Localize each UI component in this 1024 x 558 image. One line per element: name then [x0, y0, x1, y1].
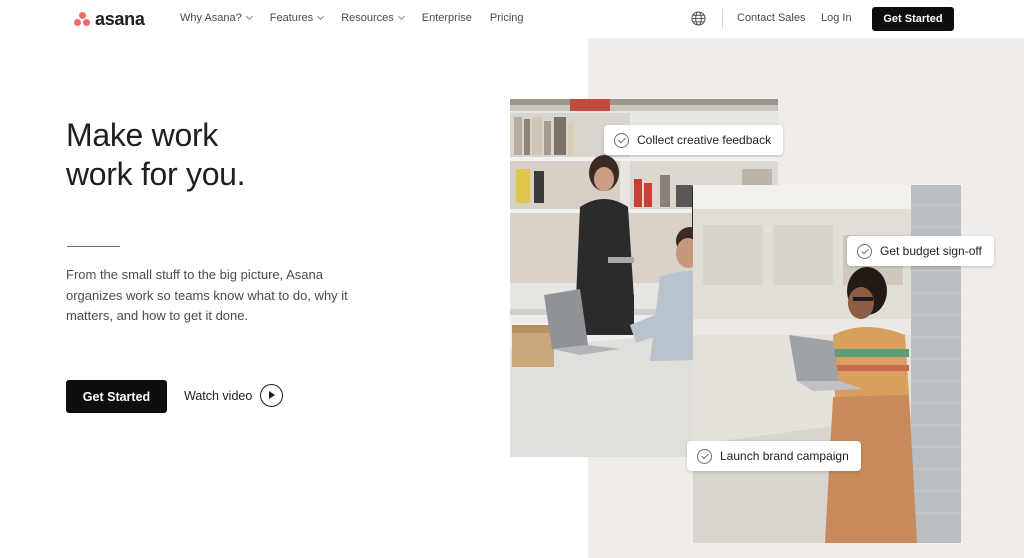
logo-text: asana	[95, 9, 145, 29]
watch-video-button[interactable]: Watch video	[184, 384, 284, 407]
asana-logo[interactable]: asana	[73, 9, 145, 29]
headline-line-1: Make work	[66, 117, 219, 153]
hero-get-started-button[interactable]: Get Started	[66, 380, 167, 413]
log-in-link[interactable]: Log In	[821, 12, 852, 24]
headline-divider	[67, 246, 120, 247]
asana-logo-icon	[73, 11, 91, 27]
task-tag-collect-feedback: Collect creative feedback	[604, 125, 784, 155]
task-tag-brand-campaign: Launch brand campaign	[687, 441, 861, 471]
headline-line-2: work for you.	[66, 156, 246, 192]
hero-description: From the small stuff to the big picture,…	[66, 267, 348, 323]
task-tag-label: Collect creative feedback	[637, 133, 772, 147]
hero-headline: Make work work for you.	[66, 116, 386, 194]
main-nav: Why Asana? Features Resources Enterprise…	[180, 12, 524, 24]
check-circle-icon	[857, 243, 872, 259]
site-header: asana Why Asana? Features Resources Ente…	[0, 0, 1024, 38]
nav-enterprise[interactable]: Enterprise	[422, 12, 472, 24]
globe-icon[interactable]	[691, 11, 706, 26]
header-divider	[722, 9, 723, 29]
nav-why-asana[interactable]: Why Asana?	[180, 12, 253, 24]
contact-sales-link[interactable]: Contact Sales	[737, 12, 805, 24]
task-tag-budget-sign-off: Get budget sign-off	[847, 236, 994, 266]
chevron-down-icon	[317, 12, 325, 21]
nav-features[interactable]: Features	[270, 12, 325, 24]
task-tag-label: Launch brand campaign	[720, 449, 849, 463]
chevron-down-icon	[397, 12, 405, 21]
check-circle-icon	[697, 448, 712, 464]
play-icon	[260, 384, 284, 407]
task-tag-label: Get budget sign-off	[880, 244, 982, 258]
watch-video-label: Watch video	[184, 388, 253, 403]
check-circle-icon	[614, 132, 629, 148]
nav-resources[interactable]: Resources	[341, 12, 405, 24]
chevron-down-icon	[245, 12, 253, 21]
header-get-started-button[interactable]: Get Started	[872, 7, 954, 31]
nav-pricing[interactable]: Pricing	[490, 12, 524, 24]
